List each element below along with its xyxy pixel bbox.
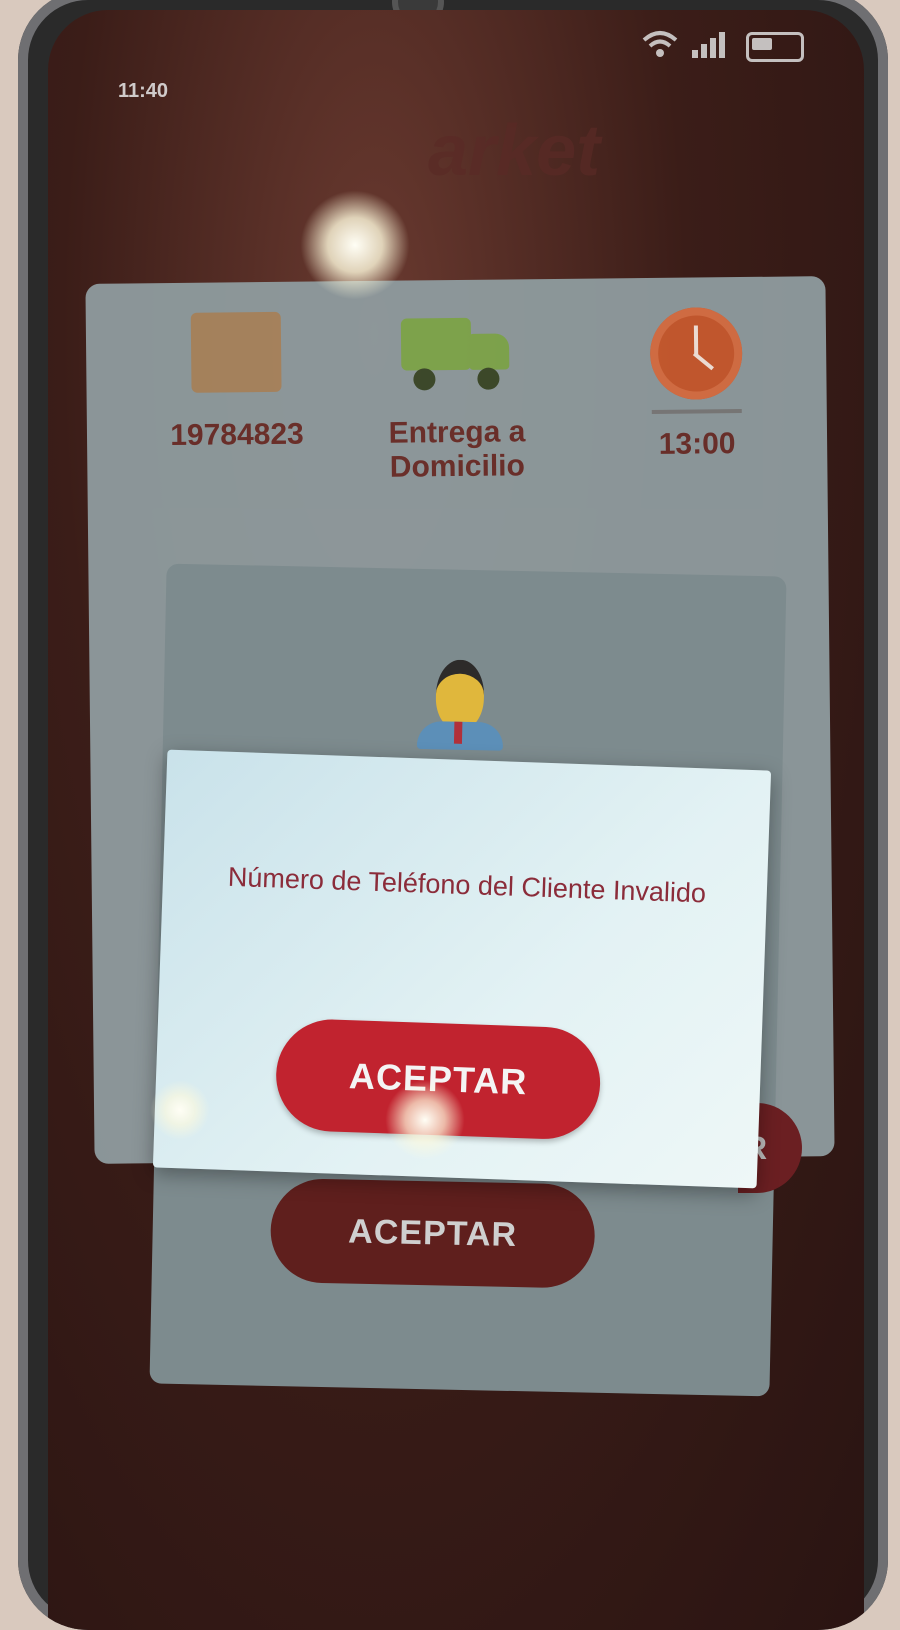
status-icons <box>642 30 804 64</box>
customer-avatar-icon <box>416 659 504 751</box>
wifi-icon <box>642 30 678 64</box>
battery-icon <box>746 32 804 62</box>
phone-frame: 11:40 arket 19784823 Entrega a Domicilio… <box>18 0 888 1630</box>
accept-button[interactable]: ACEPTAR <box>274 1017 602 1141</box>
delivery-type: Entrega a Domicilio <box>388 415 526 484</box>
order-id-cell: 19784823 <box>126 311 347 453</box>
delivery-time: 13:00 <box>658 427 736 461</box>
status-time: 11:40 <box>118 80 169 102</box>
order-id: 19784823 <box>170 417 304 453</box>
delivery-type-cell: Entrega a Domicilio <box>346 309 568 485</box>
delivery-time-cell: 13:00 <box>586 306 808 462</box>
clock-icon <box>649 307 743 400</box>
screen: 11:40 arket 19784823 Entrega a Domicilio… <box>48 10 864 1630</box>
package-icon <box>190 311 282 393</box>
alert-dialog: Número de Teléfono del Cliente Invalido … <box>152 749 772 1189</box>
time-underline <box>651 409 742 414</box>
signal-icon <box>692 30 732 64</box>
dialog-message: Número de Teléfono del Cliente Invalido <box>227 861 707 909</box>
customer-accept-button[interactable]: ACEPTAR <box>269 1177 596 1289</box>
app-logo: arket <box>428 111 601 191</box>
delivery-truck-icon <box>400 309 512 391</box>
